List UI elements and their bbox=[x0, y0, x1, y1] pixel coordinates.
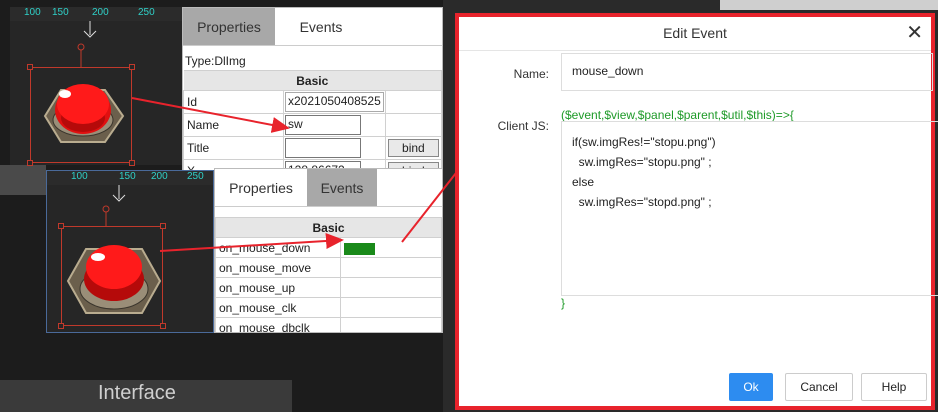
resize-handle[interactable] bbox=[58, 323, 64, 329]
dialog-title-bar: Edit Event ✕ bbox=[459, 17, 931, 51]
resize-handle[interactable] bbox=[160, 223, 166, 229]
bottom-tab-bar: Properties Events bbox=[215, 169, 442, 207]
top-property-panel: Properties Events Type:DlImg Basic Id x2… bbox=[182, 7, 443, 172]
bind-button[interactable]: bind bbox=[387, 139, 439, 157]
resize-handle[interactable] bbox=[27, 64, 33, 70]
prop-name: Title bbox=[183, 136, 284, 160]
empty-cell bbox=[384, 90, 442, 114]
name-field[interactable]: sw bbox=[285, 115, 361, 135]
event-value-cell[interactable]: event bbox=[340, 237, 442, 258]
type-label: Type:DlImg bbox=[185, 54, 246, 68]
prop-value-cell bbox=[283, 136, 386, 160]
bottom-design-canvas[interactable]: 100 150 200 250 bbox=[46, 170, 214, 333]
resize-handle[interactable] bbox=[129, 64, 135, 70]
event-value-cell[interactable] bbox=[340, 297, 442, 318]
tab-properties[interactable]: Properties bbox=[183, 8, 275, 45]
tab-events[interactable]: Events bbox=[307, 169, 377, 206]
resize-handle[interactable] bbox=[58, 223, 64, 229]
section-basic: Basic bbox=[183, 70, 442, 91]
event-value-cell[interactable] bbox=[340, 317, 442, 332]
id-field[interactable]: x2021050408525 bbox=[285, 92, 384, 112]
table-row[interactable]: on_mouse_clk bbox=[215, 297, 442, 318]
resize-handle[interactable] bbox=[27, 160, 33, 166]
bottom-events-panel: Properties Events Basic on_mouse_down ev… bbox=[214, 168, 443, 333]
selected-widget-frame[interactable] bbox=[27, 64, 135, 166]
event-value-cell[interactable] bbox=[340, 277, 442, 298]
js-code-editor[interactable]: if(sw.imgRes!="stopu.png") sw.imgRes="st… bbox=[561, 121, 938, 296]
code-line: if(sw.imgRes!="stopu.png") bbox=[572, 135, 716, 149]
tab-properties[interactable]: Properties bbox=[215, 169, 307, 206]
selected-widget-frame[interactable] bbox=[58, 223, 166, 329]
event-name: on_mouse_up bbox=[215, 277, 341, 298]
close-icon[interactable]: ✕ bbox=[906, 17, 923, 49]
prop-value-cell: sw bbox=[283, 113, 386, 137]
section-basic: Basic bbox=[215, 217, 442, 238]
name-label: Name: bbox=[513, 67, 549, 81]
event-name-input[interactable]: mouse_down bbox=[561, 53, 933, 91]
table-row: Id x2021050408525 bbox=[183, 90, 442, 114]
prop-name: Name bbox=[183, 113, 284, 137]
red-push-button-image bbox=[66, 245, 162, 314]
top-design-canvas[interactable]: 100 150 200 250 bbox=[10, 7, 182, 166]
help-button[interactable]: Help bbox=[861, 373, 927, 401]
background-left-strip bbox=[0, 165, 46, 195]
dialog-title: Edit Event bbox=[663, 25, 727, 41]
event-name: on_mouse_move bbox=[215, 257, 341, 278]
event-marker[interactable]: event bbox=[344, 242, 375, 255]
code-line: else bbox=[572, 175, 595, 189]
resize-handle[interactable] bbox=[129, 160, 135, 166]
client-js-label: Client JS: bbox=[497, 119, 549, 133]
event-name: on_mouse_clk bbox=[215, 297, 341, 318]
event-name: on_mouse_dbclk bbox=[215, 317, 341, 332]
action-cell: bind bbox=[384, 136, 442, 160]
background-right-top-light bbox=[720, 0, 938, 10]
event-name: on_mouse_down bbox=[215, 237, 341, 258]
ok-button[interactable]: Ok bbox=[729, 373, 773, 401]
top-tab-bar: Properties Events bbox=[183, 8, 442, 46]
tab-events[interactable]: Events bbox=[275, 8, 367, 45]
title-field[interactable] bbox=[285, 138, 361, 158]
js-closing-brace: } bbox=[561, 296, 566, 310]
resize-handle[interactable] bbox=[160, 323, 166, 329]
table-row[interactable]: on_mouse_move bbox=[215, 257, 442, 278]
code-line: sw.imgRes="stopu.png" ; bbox=[572, 155, 712, 169]
events-table: Basic on_mouse_down event on_mouse_move … bbox=[215, 217, 442, 332]
footer-label: Interface bbox=[98, 382, 176, 404]
table-row[interactable]: on_mouse_dbclk bbox=[215, 317, 442, 332]
table-row[interactable]: on_mouse_up bbox=[215, 277, 442, 298]
prop-name: Id bbox=[183, 90, 284, 114]
top-properties-table: Basic Id x2021050408525 Name sw Title bi… bbox=[183, 70, 442, 171]
table-row: Title bind bbox=[183, 136, 442, 160]
table-row[interactable]: on_mouse_down event bbox=[215, 237, 442, 258]
js-signature: ($event,$view,$panel,$parent,$util,$this… bbox=[561, 108, 794, 122]
edit-event-dialog: Edit Event ✕ Name: mouse_down Client JS:… bbox=[455, 13, 938, 410]
code-line: sw.imgRes="stopd.png" ; bbox=[572, 195, 712, 209]
empty-cell bbox=[384, 113, 442, 137]
red-push-button-image bbox=[43, 84, 125, 143]
event-value-cell[interactable] bbox=[340, 257, 442, 278]
prop-value-cell: x2021050408525 bbox=[283, 90, 386, 114]
table-row: Name sw bbox=[183, 113, 442, 137]
cancel-button[interactable]: Cancel bbox=[785, 373, 853, 401]
